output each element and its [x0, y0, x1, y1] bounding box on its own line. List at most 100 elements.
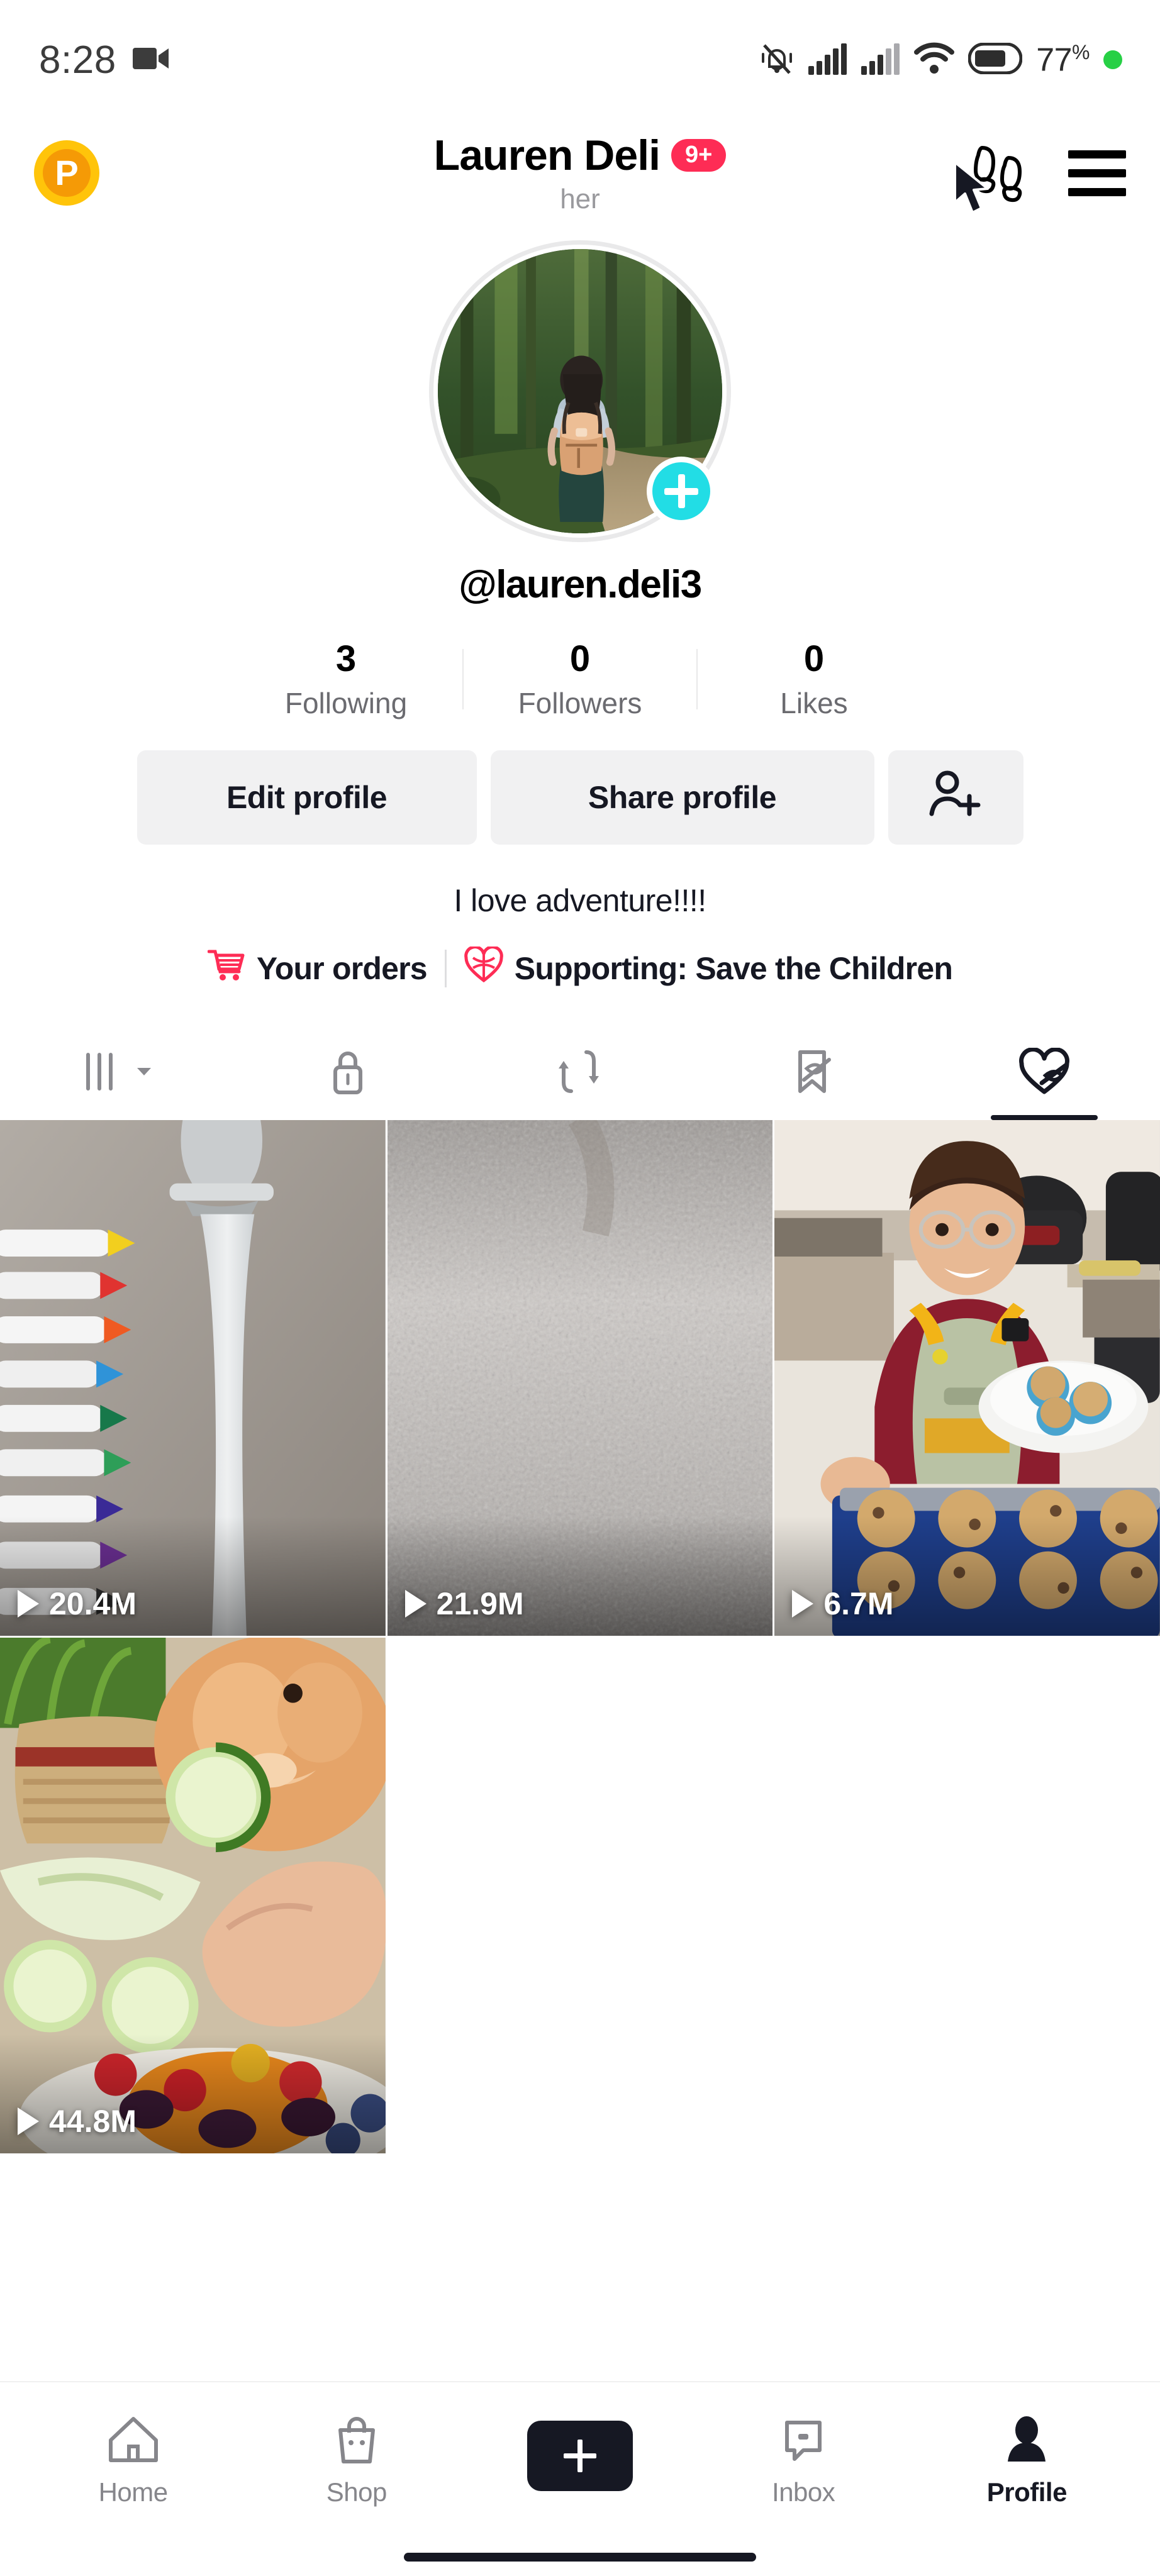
video-cell[interactable]: 20.4M	[0, 1120, 386, 1636]
stat-followers[interactable]: 0 Followers	[464, 641, 696, 718]
lock-icon	[328, 1047, 368, 1099]
tiktok-profile-screen: 8:28 77% P Lauren Deli 9+ her @lauren.de…	[0, 0, 1160, 2576]
inbox-message-icon	[779, 2414, 827, 2468]
tab-saved[interactable]	[696, 1026, 928, 1120]
notification-badge: 9+	[671, 139, 727, 172]
video-cell[interactable]: 6.7M	[774, 1120, 1160, 1636]
avatar-wrapper	[429, 240, 731, 542]
video-views: 44.8M	[18, 2103, 137, 2140]
tab-posts-grid[interactable]	[0, 1026, 232, 1120]
gesture-bar-area	[0, 2538, 1160, 2576]
charity-heart-icon	[464, 945, 503, 991]
create-edge-cyan	[519, 2421, 542, 2491]
grid-bars-icon	[79, 1048, 130, 1098]
profile-section: @lauren.deli3 3 Following 0 Followers 0 …	[0, 226, 1160, 991]
hamburger-menu-icon[interactable]	[1068, 150, 1126, 196]
share-profile-button[interactable]: Share profile	[490, 750, 874, 845]
person-icon	[1003, 2414, 1051, 2468]
video-view-count: 20.4M	[49, 1586, 137, 1621]
title-row: Lauren Deli 9+	[434, 131, 727, 180]
active-tab-underline	[990, 1115, 1098, 1120]
links-divider	[444, 950, 447, 987]
nav-label: Shop	[326, 2477, 388, 2507]
video-views: 20.4M	[18, 1585, 137, 1622]
video-camera-icon	[132, 45, 169, 75]
nav-label: Inbox	[772, 2477, 835, 2507]
nav-item-profile[interactable]: Profile	[932, 2414, 1121, 2507]
stat-value: 0	[569, 638, 591, 679]
green-dot	[1103, 50, 1122, 69]
nav-label: Profile	[986, 2477, 1068, 2507]
bookmark-slash-icon	[790, 1047, 834, 1099]
shopping-cart-icon	[207, 948, 245, 989]
battery-icon	[968, 42, 1023, 77]
stat-label: Followers	[518, 687, 642, 719]
signal-bars-icon	[808, 42, 847, 78]
stat-likes[interactable]: 0 Likes	[698, 641, 930, 718]
signal-bars-2-icon	[861, 42, 900, 78]
tab-reposts[interactable]	[464, 1026, 696, 1120]
shopping-bag-icon	[332, 2414, 382, 2468]
play-icon	[404, 1590, 427, 1618]
stat-label: Likes	[780, 687, 848, 719]
app-header: P Lauren Deli 9+ her	[0, 119, 1160, 226]
p-badge-icon[interactable]: P	[34, 140, 99, 206]
heart-slash-icon	[1018, 1046, 1071, 1099]
repost-arrows-icon	[557, 1047, 603, 1099]
stat-value: 3	[335, 638, 357, 679]
video-cell[interactable]: 44.8M	[0, 1638, 386, 2153]
add-person-icon	[928, 769, 983, 826]
stat-label: Following	[284, 687, 408, 719]
bottom-navigation: Home Shop Inbox Profile	[0, 2381, 1160, 2538]
video-cell[interactable]: 21.9M	[387, 1120, 773, 1636]
status-bar-right: 77%	[759, 40, 1122, 80]
wifi-icon	[914, 42, 955, 78]
profile-actions: Edit profile Share profile	[137, 750, 1023, 845]
add-story-button[interactable]	[647, 457, 716, 526]
home-icon	[106, 2414, 160, 2468]
p-badge-letter: P	[43, 149, 91, 197]
nav-item-shop[interactable]: Shop	[262, 2414, 451, 2507]
stat-value: 0	[803, 638, 825, 679]
content-spacer	[0, 2153, 1160, 2381]
your-orders-label: Your orders	[256, 951, 428, 986]
video-view-count: 6.7M	[823, 1586, 894, 1621]
pronoun-label: her	[560, 184, 600, 214]
tab-private[interactable]	[232, 1026, 464, 1120]
profile-bio: I love adventure!!!!	[454, 883, 706, 918]
edit-profile-button[interactable]: Edit profile	[137, 750, 477, 845]
nav-item-inbox[interactable]: Inbox	[709, 2414, 898, 2507]
play-icon	[792, 1590, 814, 1618]
content-tabs	[0, 1026, 1160, 1120]
tab-liked[interactable]	[928, 1026, 1160, 1120]
video-grid: 20.4M 21.9M 6.7M 44.8M	[0, 1120, 1160, 2153]
nav-item-home[interactable]: Home	[39, 2414, 228, 2507]
hamburger-line	[1068, 150, 1126, 158]
your-orders-link[interactable]: Your orders	[207, 948, 428, 989]
page-title: Lauren Deli	[433, 131, 661, 179]
video-views: 6.7M	[792, 1585, 894, 1622]
profile-handle[interactable]: @lauren.deli3	[459, 562, 702, 607]
stat-following[interactable]: 3 Following	[230, 641, 462, 718]
footsteps-friends-icon[interactable]	[954, 138, 1033, 214]
create-edge-pink	[617, 2421, 640, 2491]
bell-mute-icon	[759, 40, 795, 80]
supporting-link[interactable]: Supporting: Save the Children	[464, 945, 953, 991]
video-view-count: 21.9M	[436, 1586, 524, 1621]
profile-links: Your orders Supporting: Save the Childre…	[207, 945, 953, 991]
header-actions	[954, 138, 1126, 214]
hamburger-line	[1068, 169, 1126, 177]
status-time: 8:28	[39, 38, 116, 82]
status-bar-left: 8:28	[39, 38, 169, 82]
add-person-button[interactable]	[888, 750, 1023, 845]
home-gesture-bar[interactable]	[404, 2553, 756, 2562]
play-icon	[18, 1590, 39, 1618]
video-views: 21.9M	[404, 1585, 524, 1622]
create-plus-button[interactable]	[519, 2421, 640, 2491]
profile-stats: 3 Following 0 Followers 0 Likes	[230, 641, 930, 718]
supporting-label: Supporting: Save the Children	[514, 951, 953, 986]
nav-item-create[interactable]	[486, 2421, 674, 2500]
nav-label: Home	[98, 2477, 169, 2507]
video-view-count: 44.8M	[49, 2104, 137, 2139]
chevron-down-icon	[136, 1065, 152, 1081]
